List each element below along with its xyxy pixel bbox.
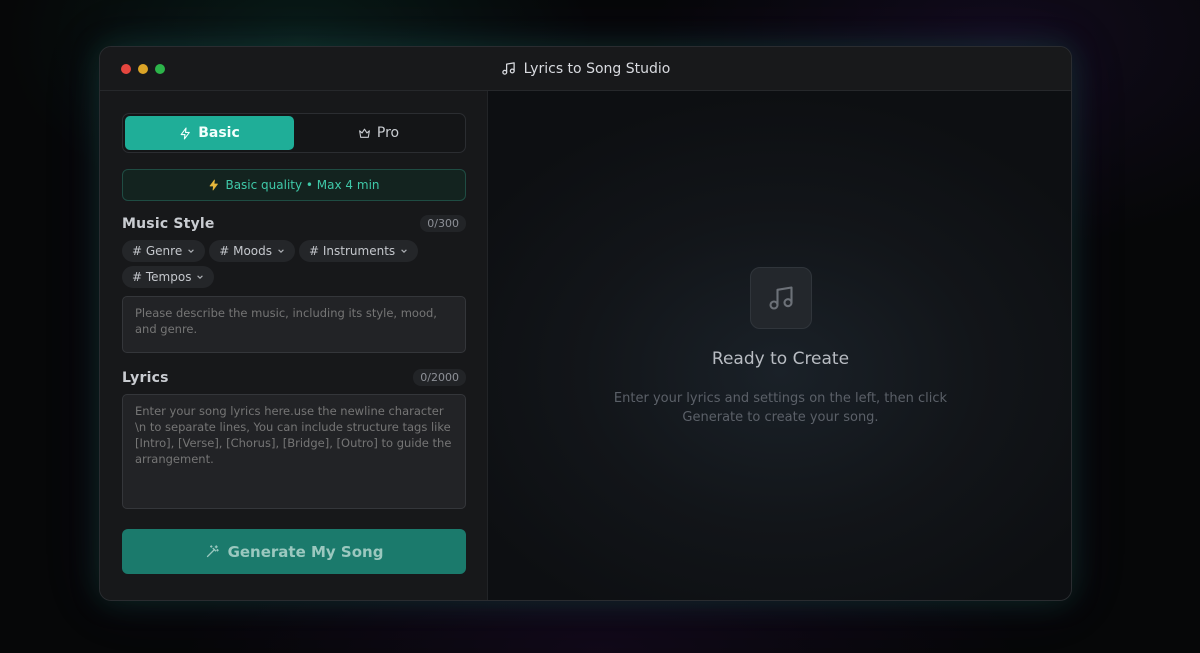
pro-mode-button[interactable]: Pro: [294, 116, 463, 150]
generate-song-button[interactable]: Generate My Song: [122, 529, 466, 574]
crown-icon: [358, 128, 370, 138]
tag-label: # Instruments: [309, 244, 396, 258]
basic-mode-label: Basic: [198, 125, 240, 141]
window-title-text: Lyrics to Song Studio: [523, 60, 671, 77]
basic-mode-button[interactable]: Basic: [125, 116, 294, 150]
quality-banner: Basic quality • Max 4 min: [122, 169, 466, 201]
lightning-icon: [210, 179, 219, 191]
ready-subtitle: Enter your lyrics and settings on the le…: [613, 391, 948, 425]
window-controls: [121, 64, 165, 74]
title-bar: Lyrics to Song Studio: [100, 47, 1071, 91]
quality-banner-text: Basic quality • Max 4 min: [225, 178, 380, 192]
settings-panel: Basic Pro Basic quality • Max 4 min Musi…: [100, 91, 488, 600]
mode-toggle: Basic Pro: [122, 113, 466, 153]
music-style-title: Music Style: [122, 215, 215, 232]
preview-panel: Ready to Create Enter your lyrics and se…: [488, 91, 1071, 600]
chevron-down-icon: [188, 249, 195, 253]
lightning-icon: [180, 127, 191, 139]
music-style-header: Music Style 0/300: [122, 215, 466, 232]
lyrics-counter: 0/2000: [413, 369, 466, 386]
music-note-icon: [768, 286, 793, 310]
music-note-icon: [501, 62, 515, 75]
lyrics-input[interactable]: [122, 394, 466, 509]
tag-label: # Genre: [132, 244, 183, 258]
ready-title: Ready to Create: [711, 349, 850, 369]
music-style-input[interactable]: [122, 296, 466, 353]
lyrics-header: Lyrics 0/2000: [122, 369, 466, 386]
app-window: Lyrics to Song Studio Basic Pro Basic qu…: [99, 46, 1072, 601]
chevron-down-icon: [401, 249, 407, 253]
tempos-tag-dropdown[interactable]: # Tempos: [122, 266, 215, 288]
genre-tag-dropdown[interactable]: # Genre: [122, 240, 206, 262]
tag-label: # Moods: [219, 244, 272, 258]
style-tags: # Genre # Moods # Instruments # Tempos: [122, 240, 466, 288]
moods-tag-dropdown[interactable]: # Moods: [209, 240, 295, 262]
close-window-button[interactable]: [121, 64, 131, 74]
chevron-down-icon: [278, 249, 284, 253]
maximize-window-button[interactable]: [155, 64, 165, 74]
magic-wand-icon: [206, 545, 219, 558]
minimize-window-button[interactable]: [138, 64, 148, 74]
instruments-tag-dropdown[interactable]: # Instruments: [299, 240, 419, 262]
pro-mode-label: Pro: [376, 125, 400, 141]
lyrics-title: Lyrics: [122, 369, 169, 386]
window-title: Lyrics to Song Studio: [501, 60, 671, 77]
music-style-counter: 0/300: [420, 215, 466, 232]
generate-button-label: Generate My Song: [227, 542, 384, 561]
tag-label: # Tempos: [132, 270, 192, 284]
music-placeholder-tile: [749, 267, 812, 329]
chevron-down-icon: [197, 275, 204, 279]
